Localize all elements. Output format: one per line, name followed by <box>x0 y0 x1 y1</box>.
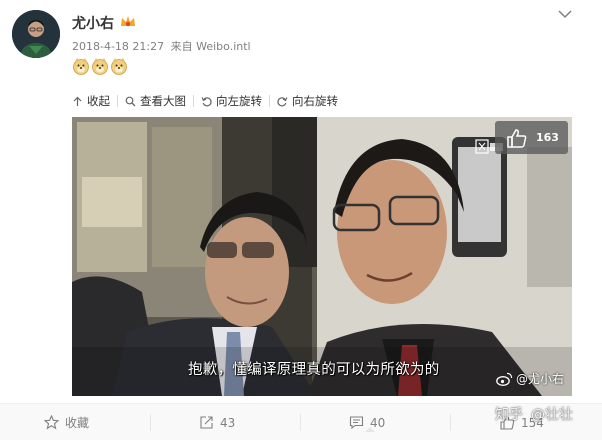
rotate-right-label: 向右旋转 <box>292 94 338 108</box>
photo-like-badge[interactable]: 163 <box>495 121 568 154</box>
doge-emoji-icon <box>73 58 89 75</box>
view-large-label: 查看大图 <box>140 94 186 108</box>
zhihu-site-text: 知乎 <box>495 407 523 423</box>
weibo-post-card: 尤小右 2018-4-18 21:27 来自 Weibo.intl 收起 查看大… <box>0 0 602 440</box>
weibo-logo-icon <box>496 372 513 386</box>
action-divider <box>450 414 451 431</box>
comment-active-indicator <box>365 427 375 432</box>
toolbar-divider <box>193 95 194 107</box>
photo-watermark-text: @尤小右 <box>516 372 565 386</box>
rotate-right-button[interactable]: 向右旋转 <box>277 93 338 109</box>
rotate-left-icon <box>201 96 212 106</box>
repost-button[interactable]: 43 <box>199 404 235 440</box>
zhihu-user-text: @壮壮 <box>531 407 573 423</box>
doge-emoji-icon <box>92 58 108 75</box>
chevron-down-icon[interactable] <box>557 8 573 20</box>
view-large-button[interactable]: 查看大图 <box>125 93 186 109</box>
media-toolbar: 收起 查看大图 向左旋转 向右旋转 <box>72 92 338 110</box>
action-divider <box>300 414 301 431</box>
action-divider <box>150 414 151 431</box>
zhihu-watermark: 知乎 @壮壮 <box>495 404 573 424</box>
author-avatar[interactable] <box>12 10 60 58</box>
post-source-prefix: 来自 <box>170 40 193 53</box>
search-icon <box>125 96 136 106</box>
favorite-label: 收藏 <box>65 416 90 430</box>
photo-scene <box>72 117 572 396</box>
collapse-button[interactable]: 收起 <box>72 93 110 109</box>
toolbar-divider <box>117 95 118 107</box>
emoji-row <box>72 57 128 75</box>
arrow-up-icon <box>73 96 82 106</box>
collapse-label: 收起 <box>87 94 110 108</box>
favorite-button[interactable]: 收藏 <box>44 404 89 440</box>
post-date[interactable]: 2018-4-18 21:27 <box>72 40 164 53</box>
author-name[interactable]: 尤小右 <box>72 13 114 33</box>
rotate-left-label: 向左旋转 <box>216 94 262 108</box>
star-icon <box>44 415 59 430</box>
post-meta: 2018-4-18 21:27 来自 Weibo.intl <box>72 38 251 54</box>
photo-like-count: 163 <box>536 131 559 144</box>
post-source[interactable]: Weibo.intl <box>196 40 250 53</box>
vip-crown-icon[interactable] <box>119 14 137 28</box>
rotate-right-icon <box>277 96 288 106</box>
post-photo[interactable]: 163 抱歉，懂编译原理真的可以为所欲为的 @尤小右 <box>72 117 572 396</box>
doge-emoji-icon <box>111 58 127 75</box>
photo-subtitle: 抱歉，懂编译原理真的可以为所欲为的 <box>188 362 440 378</box>
comment-button[interactable]: 40 <box>349 404 385 440</box>
toolbar-divider <box>269 95 270 107</box>
repost-count: 43 <box>220 415 236 430</box>
photo-watermark: @尤小右 <box>496 370 564 387</box>
repost-icon <box>200 416 213 429</box>
comment-icon <box>349 416 364 430</box>
thumbs-up-icon <box>507 128 527 148</box>
rotate-left-button[interactable]: 向左旋转 <box>201 93 262 109</box>
